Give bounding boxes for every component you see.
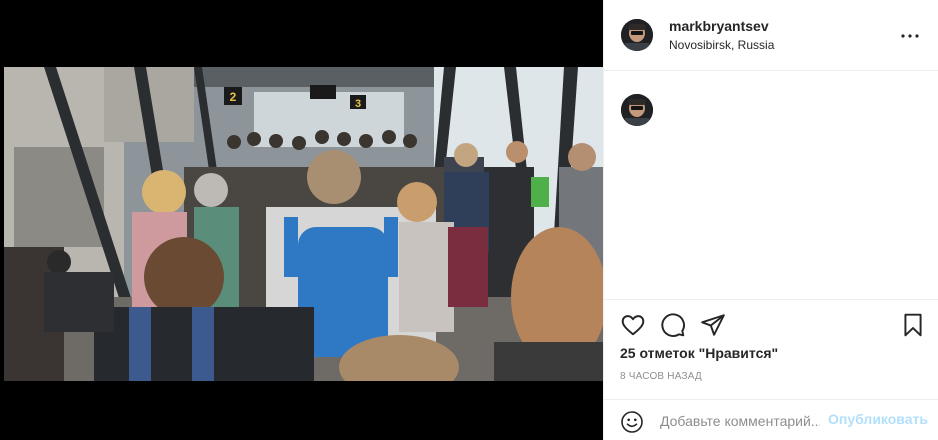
- post-sidebar: markbryantsev Novosibirsk, Russia 25 отм…: [603, 0, 938, 440]
- post-timestamp[interactable]: 8 ЧАСОВ НАЗАД: [620, 371, 702, 382]
- post-location[interactable]: Novosibirsk, Russia: [669, 38, 774, 52]
- comment-composer: Опубликовать: [604, 399, 938, 440]
- paper-plane-icon[interactable]: [700, 312, 726, 338]
- likes-count[interactable]: 25 отметок "Нравится": [620, 345, 778, 361]
- post-header: markbryantsev Novosibirsk, Russia: [604, 0, 938, 71]
- smiley-icon[interactable]: [620, 410, 644, 434]
- publish-button[interactable]: Опубликовать: [828, 411, 928, 427]
- author-username[interactable]: markbryantsev: [669, 18, 769, 34]
- comment-icon[interactable]: [660, 312, 686, 338]
- gate-sign-2: 2: [230, 90, 237, 104]
- post-photo[interactable]: 2 3: [4, 67, 603, 381]
- comments-area: [604, 71, 938, 299]
- gate-sign-3: 3: [355, 98, 361, 110]
- post-media: 2 3: [0, 0, 603, 440]
- heart-icon[interactable]: [620, 312, 646, 338]
- more-horizontal-icon[interactable]: [898, 24, 922, 48]
- instagram-post: 2 3 markbryantsev Novosibirsk, Russia 25…: [0, 0, 938, 440]
- comment-input[interactable]: [660, 411, 820, 431]
- caption-author-avatar[interactable]: [621, 94, 653, 126]
- author-avatar[interactable]: [621, 19, 653, 51]
- post-actions: 25 отметок "Нравится" 8 ЧАСОВ НАЗАД: [604, 299, 938, 399]
- bookmark-icon[interactable]: [900, 312, 926, 338]
